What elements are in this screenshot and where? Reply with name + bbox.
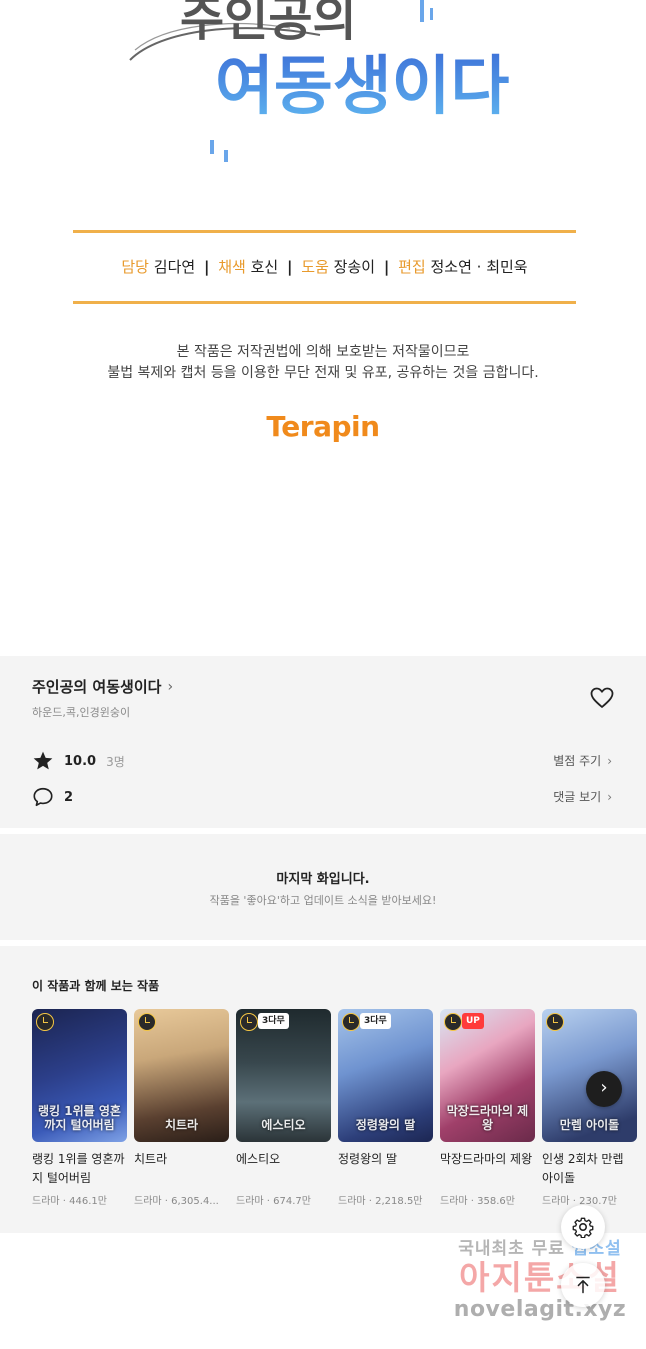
chevron-right-icon: › xyxy=(167,678,174,695)
series-info-card: 주인공의 여동생이다 › 하운드,콕,인경윈숭이 10.0 3명 별점 주기 ›… xyxy=(0,656,646,828)
recommendation-thumbnail: 치트라 xyxy=(134,1009,229,1142)
publisher-logo: Terapin xyxy=(266,410,380,443)
clock-badge-icon xyxy=(546,1013,564,1031)
notice-line: 본 작품은 저작권법에 의해 보호받는 저작물이므로 xyxy=(176,344,470,360)
clock-badge-icon xyxy=(240,1013,258,1031)
credit-separator: | xyxy=(383,258,390,276)
cover-title: 만렙 아이돌 xyxy=(559,1118,620,1132)
recommendation-card[interactable]: 에스티오 3다무 에스티오 드라마 · 674.7만 xyxy=(236,1009,331,1207)
series-title-logo: 주인공의 여동생이다 xyxy=(129,0,510,162)
watermark-tagline: 국내최초 무료 웹소설 xyxy=(440,1234,640,1259)
clock-badge-icon xyxy=(342,1013,360,1031)
last-episode-subtext: 작품을 '좋아요'하고 업데이트 소식을 받아보세요! xyxy=(209,894,437,907)
recommendation-title: 막장드라마의 제왕 xyxy=(440,1152,533,1166)
comic-last-panel: 주인공의 여동생이다 담당 김다연 | 채색 호신 | 도움 장송이 | 편집 … xyxy=(0,0,646,656)
last-episode-banner: 마지막 화입니다. 작품을 '좋아요'하고 업데이트 소식을 받아보세요! xyxy=(0,834,646,940)
series-authors: 하운드,콕,인경윈숭이 xyxy=(32,706,131,719)
cover-title: 치트라 xyxy=(164,1118,199,1132)
comments-row: 2 xyxy=(32,786,73,808)
recommendation-thumbnail: 정령왕의 딸 3다무 xyxy=(338,1009,433,1142)
series-title: 주인공의 여동생이다 xyxy=(32,678,162,696)
cover-title: 에스티오 xyxy=(261,1118,306,1132)
credit-name: 호신 xyxy=(250,258,279,276)
clock-badge-icon xyxy=(36,1013,54,1031)
recommendation-meta: 드라마 · 446.1만 xyxy=(32,1196,107,1207)
view-comments-label: 댓글 보기 xyxy=(553,790,602,804)
arrow-up-icon xyxy=(576,1276,590,1294)
credit-separator: | xyxy=(203,258,210,276)
update-badge: UP xyxy=(462,1013,484,1029)
credits-line: 담당 김다연 | 채색 호신 | 도움 장송이 | 편집 정소연 · 최민욱 xyxy=(73,256,576,277)
last-episode-heading: 마지막 화입니다. xyxy=(276,872,370,887)
recommendation-meta: 드라마 · 358.6만 xyxy=(440,1196,515,1207)
rating-row: 10.0 3명 xyxy=(32,750,125,772)
chevron-right-icon: › xyxy=(600,1077,608,1098)
recommendation-thumbnail: 막장드라마의 제왕 UP xyxy=(440,1009,535,1142)
recommendation-title: 치트라 xyxy=(134,1152,168,1166)
recommendation-card[interactable]: 정령왕의 딸 3다무 정령왕의 딸 드라마 · 2,218.5만 xyxy=(338,1009,433,1207)
comment-count: 2 xyxy=(64,789,74,805)
logo-line1: 주인공의 xyxy=(180,0,357,47)
watermark-url: novelagit.xyz xyxy=(453,1297,627,1322)
cover-title: 정령왕의 딸 xyxy=(355,1118,416,1132)
credit-role: 채색 xyxy=(218,258,246,276)
recommendation-card[interactable]: 만렙 아이돌 인생 2회차 만렙 아이돌 드라마 · 230.7만 xyxy=(542,1009,637,1207)
recommendation-card[interactable]: 랭킹 1위를 영혼까지 털어버림 랭킹 1위를 영혼까지 털어버림 드라마 · … xyxy=(32,1009,127,1207)
credit-name: 장송이 xyxy=(333,258,376,276)
rating-count: 3명 xyxy=(106,754,125,769)
logo-line2: 여동생이다 xyxy=(215,50,510,124)
recommendations-title: 이 작품과 함께 보는 작품 xyxy=(32,979,160,993)
recommendation-meta: 드라마 · 6,305.4... xyxy=(134,1196,219,1207)
recommendation-meta: 드라마 · 2,218.5만 xyxy=(338,1196,423,1207)
settings-button[interactable] xyxy=(561,1205,605,1249)
watermark-brand: 아지툰소설 xyxy=(459,1258,621,1297)
recommendation-card[interactable]: 막장드라마의 제왕 UP 막장드라마의 제왕 드라마 · 358.6만 xyxy=(440,1009,535,1207)
view-comments-button[interactable]: 댓글 보기 › xyxy=(553,788,612,805)
rating-value: 10.0 xyxy=(64,753,97,769)
scroll-top-button[interactable] xyxy=(561,1263,605,1307)
recommendation-title: 인생 2회차 만렙 아이돌 xyxy=(542,1152,624,1185)
carousel-next-button[interactable]: › xyxy=(586,1071,622,1107)
credit-role: 도움 xyxy=(301,258,329,276)
site-watermark: 국내최초 무료 웹소설 아지툰소설 novelagit.xyz xyxy=(440,1234,640,1322)
watermark-tagline-a: 국내최초 무료 xyxy=(458,1239,572,1259)
wait-free-badge: 3다무 xyxy=(360,1013,391,1029)
gear-icon xyxy=(572,1217,594,1238)
credits-bottom-rule xyxy=(73,301,576,304)
recommendations-section: 이 작품과 함께 보는 작품 랭킹 1위를 영혼까지 털어버림 랭킹 1위를 영… xyxy=(0,946,646,1233)
recommendation-meta: 드라마 · 674.7만 xyxy=(236,1196,311,1207)
heart-icon[interactable] xyxy=(590,687,614,709)
credit-name: 정소연 · 최민욱 xyxy=(430,258,528,276)
recommendation-thumbnail: 랭킹 1위를 영혼까지 털어버림 xyxy=(32,1009,127,1142)
rate-button-label: 별점 주기 xyxy=(553,754,602,768)
recommendation-meta: 드라마 · 230.7만 xyxy=(542,1196,617,1207)
series-title-link[interactable]: 주인공의 여동생이다 › xyxy=(32,676,173,697)
recommendation-title: 정령왕의 딸 xyxy=(338,1152,398,1166)
clock-badge-icon xyxy=(138,1013,156,1031)
rate-button[interactable]: 별점 주기 › xyxy=(553,752,612,769)
star-icon xyxy=(33,751,53,770)
comment-icon xyxy=(33,787,53,807)
recommendation-title: 랭킹 1위를 영혼까지 털어버림 xyxy=(32,1152,125,1185)
recommendation-card[interactable]: 치트라 치트라 드라마 · 6,305.4... xyxy=(134,1009,229,1207)
notice-line: 불법 복제와 캡처 등을 이용한 무단 전재 및 유포, 공유하는 것을 금합니… xyxy=(107,365,539,381)
credit-separator: | xyxy=(287,258,293,276)
chevron-right-icon: › xyxy=(607,753,612,768)
clock-badge-icon xyxy=(444,1013,462,1031)
chevron-right-icon: › xyxy=(607,789,612,804)
recommendation-thumbnail: 만렙 아이돌 xyxy=(542,1009,637,1142)
copyright-notice: 본 작품은 저작권법에 의해 보호받는 저작물이므로 불법 복제와 캡처 등을 … xyxy=(40,342,606,384)
wait-free-badge: 3다무 xyxy=(258,1013,289,1029)
recommendation-thumbnail: 에스티오 3다무 xyxy=(236,1009,331,1142)
credit-role: 담당 xyxy=(121,258,149,276)
credits-top-rule xyxy=(73,230,576,233)
cover-title: 랭킹 1위를 영혼까지 털어버림 xyxy=(38,1104,121,1132)
recommendation-title: 에스티오 xyxy=(236,1152,281,1166)
cover-title: 막장드라마의 제왕 xyxy=(446,1104,529,1132)
credit-name: 김다연 xyxy=(153,258,196,276)
credit-role: 편집 xyxy=(398,258,426,276)
